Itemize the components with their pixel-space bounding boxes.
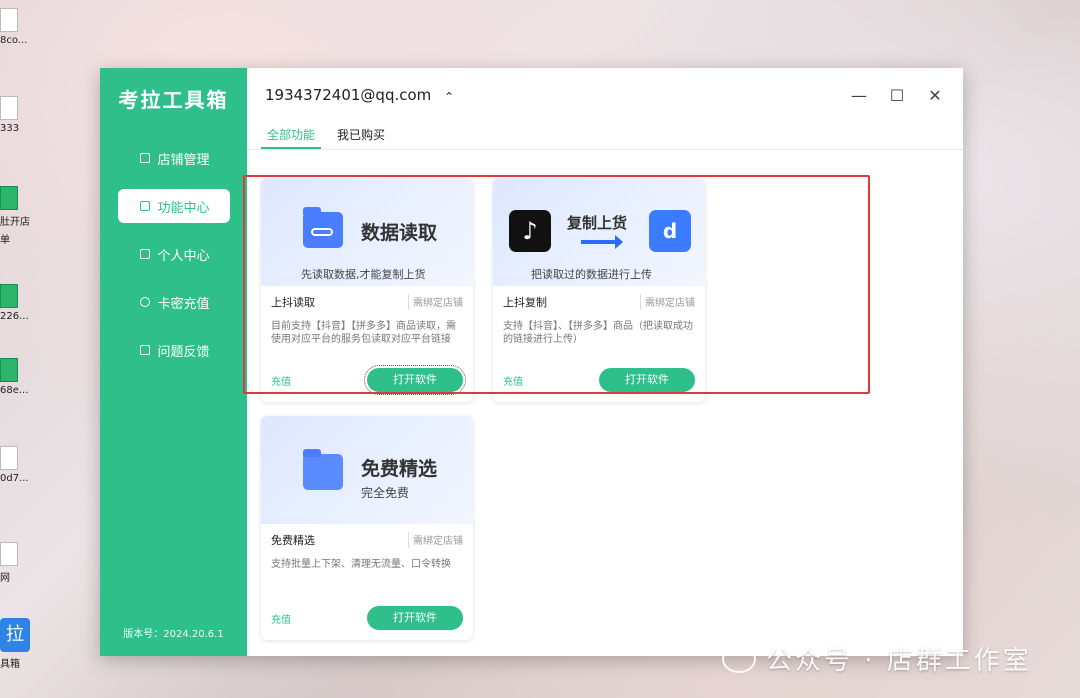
grid-icon	[139, 201, 150, 211]
desktop-shortcut[interactable]: 拉 具箱	[0, 618, 34, 670]
sidebar-item-feedback[interactable]: 问题反馈	[118, 333, 230, 367]
sidebar-item-store[interactable]: 店铺管理	[118, 141, 230, 175]
card-name: 免费精选	[271, 534, 315, 547]
card-banner-subtitle: 完全免费	[361, 486, 410, 500]
tab-all-features[interactable]: 全部功能	[261, 122, 322, 149]
desktop-shortcut-label: 226...	[0, 311, 29, 322]
desktop-shortcut-label: 8co...	[0, 35, 28, 46]
app-logo: 考拉工具箱	[118, 88, 229, 112]
feedback-icon	[139, 345, 150, 355]
folder-icon	[303, 449, 343, 490]
sidebar-item-feature-center[interactable]: 功能中心	[117, 189, 230, 223]
desktop-shortcut-label: 333	[0, 123, 20, 134]
kaola-icon: 拉	[0, 618, 30, 652]
watermark-text: 公众号 · 店群工作室	[766, 646, 1032, 676]
desktop-shortcut-label: 肚开店	[0, 217, 30, 228]
desktop-shortcut-label: 68e...	[0, 385, 29, 396]
version-label: 版本号：2024.20.6.1	[123, 629, 224, 640]
desktop-shortcut[interactable]: 68e...	[0, 358, 34, 396]
app-icon	[0, 446, 18, 470]
sidebar-nav: 店铺管理 功能中心 个人中心 卡密充值 问题反馈	[100, 141, 247, 367]
file-icon	[0, 8, 18, 32]
card-banner: 免费精选 完全免费	[261, 416, 473, 524]
account-dropdown[interactable]: 1934372401@qq.com ⌄	[265, 86, 454, 104]
desktop-shortcut-label: 具箱	[0, 659, 20, 670]
id-card-icon	[139, 249, 150, 259]
feature-card: 免费精选 完全免费 免费精选 需绑定店铺 支持批量上下架、清理无流量、口令转换 …	[261, 416, 473, 640]
desktop-shortcut[interactable]: 226...	[0, 284, 34, 322]
watermark: 公众号 · 店群工作室	[722, 640, 1032, 677]
desktop-shortcut[interactable]: 8co...	[0, 8, 34, 46]
recharge-link[interactable]: 充值	[271, 611, 291, 626]
file-icon	[0, 542, 18, 566]
desktop-shortcut[interactable]: 0d7...	[0, 446, 34, 484]
annotation-highlight-box	[243, 175, 870, 394]
maximize-button[interactable]: ☐	[889, 86, 905, 105]
card-banner-title: 免费精选	[361, 458, 438, 480]
sidebar-item-label: 问题反馈	[157, 344, 210, 360]
desktop-shortcut[interactable]: 333	[0, 96, 34, 134]
desktop-icon-column: 8co... 333 肚开店 单 226... 68e... 0d7... 网 …	[0, 0, 40, 698]
card-description: 支持批量上下架、清理无流量、口令转换	[271, 559, 451, 570]
wechat-icon	[722, 644, 756, 673]
window-controls: — ☐ ✕	[851, 86, 943, 105]
tab-bar: 全部功能 我已购买	[247, 122, 963, 150]
file-icon	[0, 96, 18, 120]
close-button[interactable]: ✕	[927, 86, 943, 105]
app-icon	[0, 284, 18, 308]
desktop-shortcut[interactable]: 网	[0, 542, 34, 584]
sidebar: 考拉工具箱 店铺管理 功能中心 个人中心 卡密充值 问题反馈 版本号：2024.…	[100, 68, 247, 656]
sidebar-item-recharge[interactable]: 卡密充值	[118, 285, 230, 319]
user-icon	[139, 297, 150, 307]
sidebar-item-label: 功能中心	[157, 200, 210, 216]
app-icon	[0, 358, 18, 382]
chevron-up-icon: ⌄	[444, 89, 455, 103]
minimize-button[interactable]: —	[851, 86, 867, 105]
tab-purchased[interactable]: 我已购买	[331, 122, 391, 149]
card-tag: 需绑定店铺	[408, 532, 463, 548]
open-software-button[interactable]: 打开软件	[367, 606, 463, 630]
top-bar: 1934372401@qq.com ⌄ — ☐ ✕	[247, 68, 963, 122]
sidebar-item-personal[interactable]: 个人中心	[118, 237, 230, 271]
store-icon	[139, 153, 150, 163]
sidebar-item-label: 个人中心	[157, 248, 210, 264]
excel-icon	[0, 186, 18, 210]
account-email: 1934372401@qq.com	[265, 86, 432, 104]
desktop-shortcut-label: 0d7...	[0, 473, 29, 484]
sidebar-item-label: 店铺管理	[157, 152, 210, 168]
desktop-shortcut-label: 网	[0, 573, 10, 584]
desktop-shortcut[interactable]: 肚开店 单	[0, 186, 34, 246]
desktop-shortcut-label: 单	[0, 235, 10, 246]
sidebar-item-label: 卡密充值	[157, 296, 210, 312]
